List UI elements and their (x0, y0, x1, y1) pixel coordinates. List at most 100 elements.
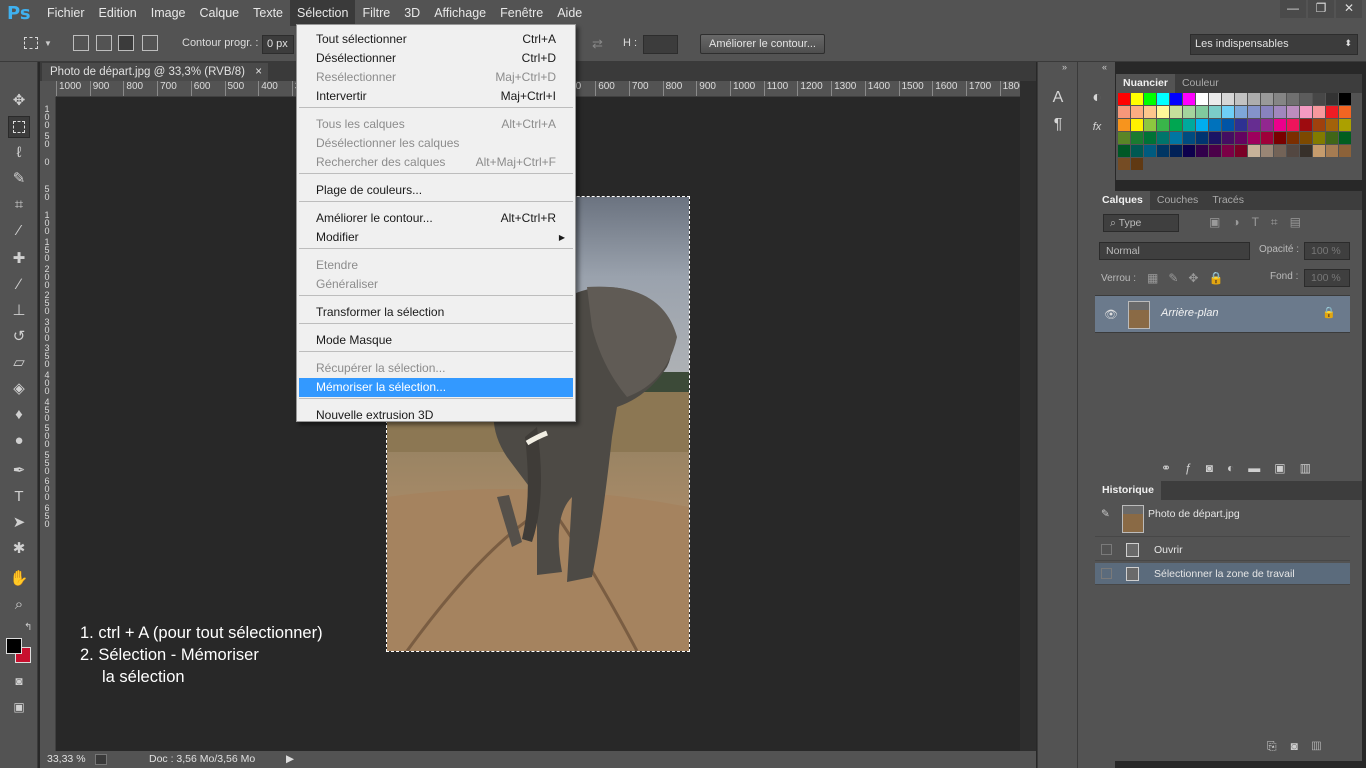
refine-edge-button[interactable]: Améliorer le contour... (700, 34, 825, 54)
menu-calque[interactable]: Calque (193, 0, 247, 26)
color-swatch[interactable] (1183, 93, 1195, 105)
menu-item-généraliser[interactable]: Généraliser (299, 275, 573, 294)
color-swatch[interactable] (1326, 106, 1338, 118)
color-swatch[interactable] (1235, 119, 1247, 131)
color-swatch[interactable] (1157, 119, 1169, 131)
close-button[interactable]: ✕ (1336, 0, 1362, 18)
height-input[interactable] (643, 35, 678, 54)
color-swatch[interactable] (1170, 93, 1182, 105)
color-swatch[interactable] (1144, 106, 1156, 118)
tab-history[interactable]: Historique (1095, 481, 1161, 500)
color-swatch[interactable] (1235, 93, 1247, 105)
path-selection-tool-icon[interactable]: ➤ (8, 512, 30, 534)
tab-channels[interactable]: Couches (1150, 191, 1205, 210)
color-swatch[interactable] (1118, 93, 1130, 105)
document-tab[interactable]: Photo de départ.jpg @ 33,3% (RVB/8) × (42, 63, 268, 81)
color-swatch[interactable] (1339, 93, 1351, 105)
brush-tool-icon[interactable]: ∕ (8, 274, 30, 296)
color-swatch[interactable] (1183, 145, 1195, 157)
color-swatch[interactable] (1274, 93, 1286, 105)
color-swatch[interactable] (1170, 145, 1182, 157)
intersect-selection-icon[interactable] (142, 35, 158, 51)
blur-tool-icon[interactable]: ♦ (8, 404, 30, 426)
color-swatch[interactable] (1196, 132, 1208, 144)
color-swatch[interactable] (1248, 93, 1260, 105)
color-swatch[interactable] (1209, 145, 1221, 157)
color-swatch[interactable] (1118, 158, 1130, 170)
workspace-select[interactable]: Les indispensables ⬍ (1190, 34, 1358, 55)
color-swatch[interactable] (1339, 106, 1351, 118)
color-swatch[interactable] (1248, 119, 1260, 131)
color-swatch[interactable] (1222, 93, 1234, 105)
chevron-down-icon[interactable]: ▼ (44, 39, 52, 48)
color-swatch[interactable] (1144, 145, 1156, 157)
color-swatch[interactable] (1118, 145, 1130, 157)
menu-fenetre[interactable]: Fenêtre (493, 0, 550, 26)
color-swatch[interactable] (1313, 145, 1325, 157)
close-tab-icon[interactable]: × (255, 63, 262, 81)
subtract-from-selection-icon[interactable] (118, 35, 134, 51)
color-swatch[interactable] (1339, 119, 1351, 131)
screen-mode-icon[interactable]: ▣ (8, 696, 30, 718)
layer-filter-select[interactable]: ⌕ Type (1103, 214, 1179, 232)
color-swatch[interactable] (1209, 119, 1221, 131)
color-swatch[interactable] (1261, 132, 1273, 144)
expand-dock-icon[interactable]: « (1102, 62, 1107, 72)
menu-item-modifier[interactable]: Modifier ▶ (299, 228, 573, 247)
history-brush-checkbox[interactable] (1101, 568, 1112, 579)
marquee-preset-icon[interactable] (24, 37, 38, 49)
color-swatch[interactable] (1118, 106, 1130, 118)
rectangular-marquee-tool-icon[interactable] (8, 116, 30, 138)
color-swatch[interactable] (1300, 119, 1312, 131)
color-swatch[interactable] (1209, 132, 1221, 144)
color-swatch[interactable] (1287, 106, 1299, 118)
menu-filtre[interactable]: Filtre (355, 0, 397, 26)
color-swatch[interactable] (1235, 145, 1247, 157)
color-swatch[interactable] (1196, 93, 1208, 105)
menu-edition[interactable]: Edition (92, 0, 144, 26)
paragraph-panel-icon[interactable]: ¶ (1047, 114, 1069, 136)
menu-item-désélectionner-les-calques[interactable]: Désélectionner les calques (299, 134, 573, 153)
color-swatch[interactable] (1326, 145, 1338, 157)
color-swatch[interactable] (1196, 145, 1208, 157)
zoom-tool-icon[interactable]: ⌕ (8, 594, 30, 616)
color-swatch[interactable] (1118, 119, 1130, 131)
layer-filter-icons[interactable]: ▣◑T⌗▤ (1209, 215, 1313, 230)
quick-selection-tool-icon[interactable]: ✎ (8, 168, 30, 190)
menu-selection[interactable]: Sélection (290, 0, 356, 26)
history-brush-source-icon[interactable]: ✎ (1101, 503, 1110, 525)
color-swatch[interactable] (1274, 145, 1286, 157)
hand-tool-icon[interactable]: ✋ (8, 568, 30, 590)
swap-colors-icon[interactable]: ↰ (24, 622, 32, 633)
color-swatch[interactable] (1339, 132, 1351, 144)
styles-panel-icon[interactable]: fx (1086, 116, 1108, 138)
color-swatch[interactable] (1157, 132, 1169, 144)
layer-row[interactable]: 👁 Arrière-plan 🔒 (1095, 295, 1350, 333)
history-step[interactable]: Ouvrir (1095, 539, 1350, 561)
tab-paths[interactable]: Tracés (1205, 191, 1251, 210)
eraser-tool-icon[interactable]: ▱ (8, 352, 30, 374)
paint-bucket-tool-icon[interactable]: ◈ (8, 378, 30, 400)
color-swatch[interactable] (1313, 132, 1325, 144)
color-swatch[interactable] (1248, 145, 1260, 157)
color-swatch[interactable] (1300, 93, 1312, 105)
color-swatch[interactable] (1274, 132, 1286, 144)
visibility-eye-icon[interactable]: 👁 (1104, 308, 1118, 321)
tab-color[interactable]: Couleur (1175, 74, 1226, 93)
color-swatch[interactable] (1326, 132, 1338, 144)
collapse-dock-icon[interactable]: » (1062, 62, 1067, 72)
color-swatch[interactable] (1131, 158, 1143, 170)
color-swatch[interactable] (1196, 106, 1208, 118)
color-swatch[interactable] (1157, 145, 1169, 157)
menu-item-etendre[interactable]: Etendre (299, 256, 573, 275)
custom-shape-tool-icon[interactable]: ✱ (8, 538, 30, 560)
color-swatch[interactable] (1261, 145, 1273, 157)
color-swatch[interactable] (1274, 106, 1286, 118)
color-swatch[interactable] (1183, 119, 1195, 131)
lasso-tool-icon[interactable]: ℓ (8, 142, 30, 164)
zoom-level[interactable]: 33,33 % (47, 751, 86, 768)
color-swatch[interactable] (1144, 93, 1156, 105)
history-snapshot[interactable]: ✎ Photo de départ.jpg (1095, 503, 1350, 537)
color-swatch[interactable] (1222, 145, 1234, 157)
history-step-current[interactable]: Sélectionner la zone de travail (1095, 563, 1350, 585)
